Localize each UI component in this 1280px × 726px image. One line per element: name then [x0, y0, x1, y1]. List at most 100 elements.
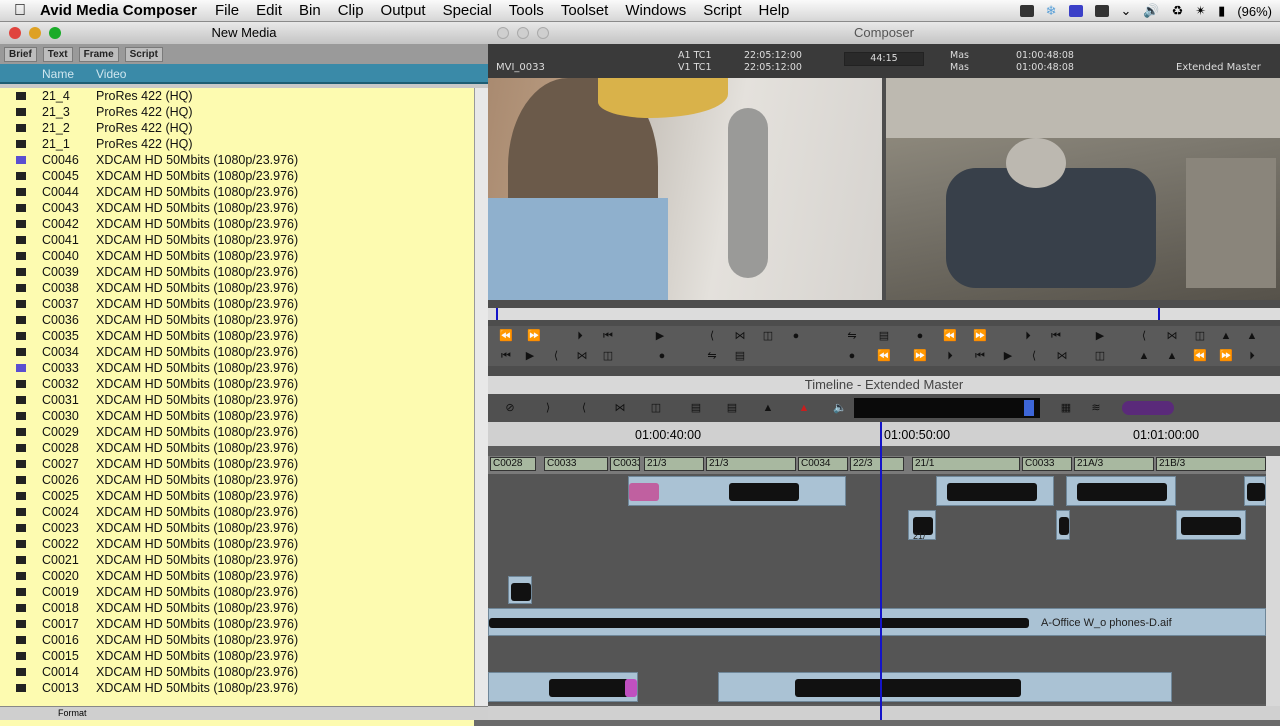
audio-clip-a4-1[interactable] — [508, 576, 532, 604]
transport-button-icon[interactable]: ⇋ — [704, 349, 720, 363]
video-clip-11[interactable]: 21B/3 — [1156, 457, 1266, 471]
battery-icon[interactable]: ▮ — [1218, 3, 1225, 19]
flag-icon[interactable]: ♻ — [1172, 3, 1184, 19]
master-clip-icon[interactable] — [16, 460, 26, 468]
transport-button-icon[interactable]: ⋈ — [1054, 349, 1070, 363]
master-clip-icon[interactable] — [16, 620, 26, 628]
transport-button-icon[interactable]: ▲ — [1244, 329, 1260, 343]
clip-name[interactable]: C0032 — [42, 376, 79, 392]
audio-track-4[interactable] — [488, 574, 1266, 606]
master-clip-icon[interactable] — [16, 108, 26, 116]
video-track[interactable]: C0028 C0033 C0033 21/3 21/3 C0034 22/3 2… — [488, 456, 1266, 474]
master-clip-icon[interactable] — [16, 492, 26, 500]
bin-clip-row[interactable]: C0013 XDCAM HD 50Mbits (1080p/23.976) — [0, 680, 474, 696]
clip-name[interactable]: C0022 — [42, 536, 79, 552]
master-clip-icon[interactable] — [16, 316, 26, 324]
clip-name[interactable]: C0037 — [42, 296, 79, 312]
master-clip-icon[interactable] — [16, 92, 26, 100]
clip-name[interactable]: C0040 — [42, 248, 79, 264]
audio-speaker-icon[interactable]: 🔈 — [832, 401, 848, 415]
transport-button-icon[interactable]: ▶ — [1000, 349, 1016, 363]
clip-name[interactable]: C0018 — [42, 600, 79, 616]
master-clip-icon[interactable] — [16, 428, 26, 436]
transport-button-icon[interactable]: ⟨ — [1136, 329, 1152, 343]
clip-name[interactable]: C0025 — [42, 488, 79, 504]
transport-button-icon[interactable]: ⏮ — [1048, 329, 1064, 343]
video-clip-1[interactable]: C0028 — [490, 457, 536, 471]
transport-button-icon[interactable]: ◫ — [1092, 349, 1108, 363]
no-entry-icon[interactable]: ⊘ — [502, 401, 518, 415]
menu-script[interactable]: Script — [703, 2, 741, 19]
transport-button-icon[interactable]: ⏪ — [1192, 349, 1208, 363]
source-monitor[interactable] — [488, 78, 882, 300]
audio-clip-a2-1[interactable]: 21/ — [908, 510, 936, 540]
transport-button-icon[interactable]: ⟨ — [548, 349, 564, 363]
tab-text[interactable]: Text — [42, 46, 73, 62]
bin-clip-row[interactable]: C0025 XDCAM HD 50Mbits (1080p/23.976) — [0, 488, 474, 504]
column-name[interactable]: Name — [42, 67, 74, 81]
transport-button-icon[interactable]: ⏵ — [1244, 349, 1260, 363]
audio-track-5[interactable]: A-Office W_o phones-D.aif — [488, 606, 1266, 638]
bin-clip-row[interactable]: 21_4 ProRes 422 (HQ) — [0, 88, 474, 104]
bin-clip-row[interactable]: C0033 XDCAM HD 50Mbits (1080p/23.976) — [0, 360, 474, 376]
audio-track-2[interactable]: 21/ — [488, 508, 1266, 542]
transport-button-icon[interactable]: ⏩ — [1218, 349, 1234, 363]
status-icon-a[interactable] — [1019, 5, 1034, 17]
master-clip-icon[interactable] — [16, 204, 26, 212]
audio-clip-a1-1[interactable] — [628, 476, 846, 506]
transport-button-icon[interactable]: ▶ — [522, 349, 538, 363]
bin-clip-row[interactable]: C0018 XDCAM HD 50Mbits (1080p/23.976) — [0, 600, 474, 616]
master-clip-icon[interactable] — [16, 124, 26, 132]
transport-button-icon[interactable]: ▲ — [1136, 349, 1152, 363]
bin-clip-row[interactable]: C0045 XDCAM HD 50Mbits (1080p/23.976) — [0, 168, 474, 184]
clip-name[interactable]: C0015 — [42, 648, 79, 664]
master-clip-icon[interactable] — [16, 540, 26, 548]
transport-button-icon[interactable]: ⏮ — [600, 329, 616, 343]
splice-icon[interactable]: ▲ — [760, 401, 776, 415]
master-clip-icon[interactable] — [16, 364, 26, 372]
clip-name[interactable]: C0029 — [42, 424, 79, 440]
video-clip-4[interactable]: 21/3 — [644, 457, 704, 471]
bin-clip-row[interactable]: C0031 XDCAM HD 50Mbits (1080p/23.976) — [0, 392, 474, 408]
clip-name[interactable]: C0034 — [42, 344, 79, 360]
audio-clip-a7-2[interactable] — [718, 672, 1172, 702]
audio-track-3[interactable] — [488, 542, 1266, 574]
menu-windows[interactable]: Windows — [625, 2, 686, 19]
bin-titlebar[interactable]: New Media — [0, 22, 488, 44]
master-clip-icon[interactable] — [16, 508, 26, 516]
master-clip-icon[interactable] — [16, 444, 26, 452]
clip-name[interactable]: C0046 — [42, 152, 79, 168]
menu-edit[interactable]: Edit — [256, 2, 282, 19]
bin-clip-row[interactable]: C0041 XDCAM HD 50Mbits (1080p/23.976) — [0, 232, 474, 248]
clip-name[interactable]: C0021 — [42, 552, 79, 568]
timeline-vscroll[interactable] — [1266, 456, 1280, 706]
master-clip-icon[interactable] — [16, 524, 26, 532]
bin-clip-row[interactable]: C0046 XDCAM HD 50Mbits (1080p/23.976) — [0, 152, 474, 168]
master-clip-icon[interactable] — [16, 140, 26, 148]
mark-in-icon[interactable]: ⟩ — [540, 401, 556, 415]
transport-button-icon[interactable]: ⏵ — [942, 349, 958, 363]
clip-name[interactable]: C0036 — [42, 312, 79, 328]
bin-clip-row[interactable]: C0042 XDCAM HD 50Mbits (1080p/23.976) — [0, 216, 474, 232]
composer-zoom-button[interactable] — [537, 27, 549, 39]
video-clip-10[interactable]: 21A/3 — [1074, 457, 1154, 471]
master-clip-icon[interactable] — [16, 236, 26, 244]
transport-button-icon[interactable]: ⟨ — [1026, 349, 1042, 363]
transport-button-icon[interactable]: ● — [844, 349, 860, 363]
transport-button-icon[interactable]: ● — [788, 329, 804, 343]
transport-button-icon[interactable]: ⋈ — [1164, 329, 1180, 343]
transport-button-icon[interactable]: ⏩ — [526, 329, 542, 343]
clip-name[interactable]: C0033 — [42, 360, 79, 376]
transport-button-icon[interactable]: ▶ — [652, 329, 668, 343]
transport-button-icon[interactable]: ⏪ — [498, 329, 514, 343]
clip-name[interactable]: C0017 — [42, 616, 79, 632]
bin-clip-row[interactable]: C0024 XDCAM HD 50Mbits (1080p/23.976) — [0, 504, 474, 520]
bin-clip-row[interactable]: C0019 XDCAM HD 50Mbits (1080p/23.976) — [0, 584, 474, 600]
bin-clip-row[interactable]: C0030 XDCAM HD 50Mbits (1080p/23.976) — [0, 408, 474, 424]
clip-name[interactable]: C0014 — [42, 664, 79, 680]
bin-clip-row[interactable]: C0035 XDCAM HD 50Mbits (1080p/23.976) — [0, 328, 474, 344]
format-label[interactable]: Format — [58, 708, 87, 718]
clip-name[interactable]: 21_1 — [42, 136, 70, 152]
bin-clip-row[interactable]: C0020 XDCAM HD 50Mbits (1080p/23.976) — [0, 568, 474, 584]
source-clip-name[interactable]: MVI_0033 — [496, 62, 545, 73]
